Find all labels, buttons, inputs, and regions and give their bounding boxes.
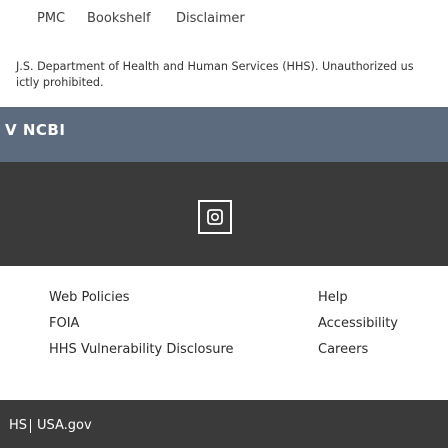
footer-link-hhs-vulnerability[interactable]: HHS Vulnerability Disclosure xyxy=(49,342,234,357)
bottom-band: HS USA.gov xyxy=(0,400,448,448)
nav-link-bookshelf[interactable]: Bookshelf xyxy=(87,11,151,26)
footer-link-accessibility[interactable]: Accessibility xyxy=(318,316,398,331)
usagov-link[interactable]: USA.gov xyxy=(37,418,92,433)
top-navigation: PMC Bookshelf Disclaimer xyxy=(0,0,448,48)
footer-link-foia[interactable]: FOIA xyxy=(49,316,79,331)
footer-links: Web Policies FOIA HHS Vulnerability Disc… xyxy=(0,266,448,400)
nav-link-disclaimer[interactable]: Disclaimer xyxy=(176,11,245,26)
footer-link-careers[interactable]: Careers xyxy=(318,342,368,357)
notice-text-line-2: ictly prohibited. xyxy=(16,76,104,89)
footer-link-web-policies[interactable]: Web Policies xyxy=(49,290,130,305)
ncbi-band: V NCBI xyxy=(0,107,448,162)
social-square-icon[interactable] xyxy=(198,200,232,234)
nav-link-pmc[interactable]: PMC xyxy=(37,11,65,26)
hhs-link[interactable]: HS xyxy=(9,418,27,433)
footer-link-help[interactable]: Help xyxy=(318,290,348,305)
hhs-notice: J.S. Department of Health and Human Serv… xyxy=(0,48,448,96)
notice-text-line-1: J.S. Department of Health and Human Serv… xyxy=(16,60,414,73)
divider xyxy=(30,419,31,433)
ncbi-logo-text[interactable]: V NCBI xyxy=(5,121,65,139)
